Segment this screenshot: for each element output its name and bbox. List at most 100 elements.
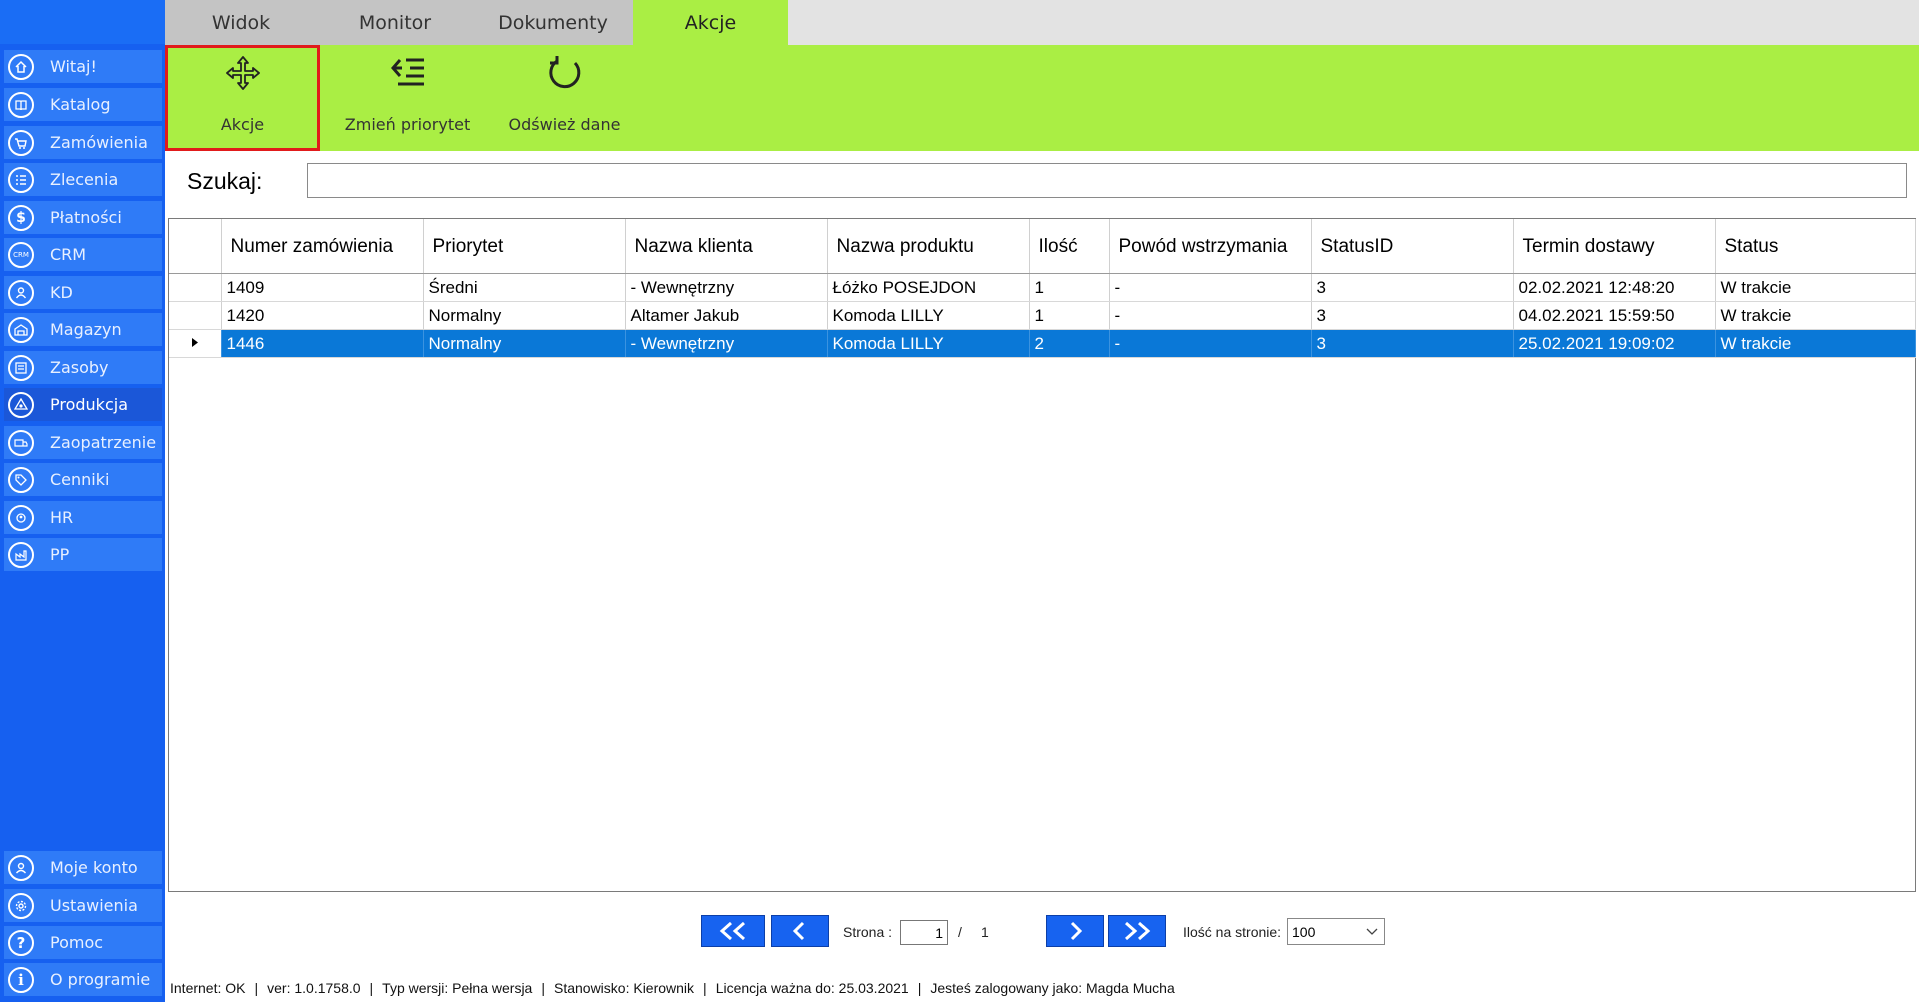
- gear-icon: [8, 892, 34, 919]
- sidebar-item-label: Ustawienia: [50, 896, 138, 915]
- sidebar-item-moje-konto[interactable]: Moje konto: [4, 851, 162, 884]
- status-user: Jesteś zalogowany jako: Magda Mucha: [930, 980, 1175, 996]
- cell-priority: Normalny: [423, 329, 626, 358]
- cell-order-number: 1409: [221, 273, 424, 302]
- sidebar-item-label: Magazyn: [50, 320, 122, 339]
- table-row[interactable]: 1409 Średni - Wewnętrzny Łóżko POSEJDON …: [169, 273, 1916, 302]
- row-header[interactable]: [169, 273, 222, 302]
- page-separator: /: [958, 924, 962, 940]
- tab-dokumenty[interactable]: Dokumenty: [473, 0, 633, 45]
- column-header-status[interactable]: Status: [1715, 219, 1916, 274]
- sidebar-item-o-programie[interactable]: i O programie: [4, 963, 162, 996]
- per-page-value: 100: [1292, 923, 1316, 940]
- orders-grid: Numer zamówienia Priorytet Nazwa klienta…: [168, 218, 1916, 892]
- sidebar-item-kd[interactable]: KD: [4, 276, 162, 309]
- sidebar-item-pomoc[interactable]: ? Pomoc: [4, 926, 162, 959]
- per-page-select[interactable]: 100: [1287, 918, 1385, 945]
- list-icon: [8, 166, 34, 193]
- chevron-left-icon: [792, 921, 805, 941]
- sidebar-item-label: Zasoby: [50, 358, 109, 377]
- sidebar-item-label: PP: [50, 545, 70, 564]
- table-row[interactable]: 1420 Normalny Altamer Jakub Komoda LILLY…: [169, 301, 1916, 330]
- sidebar-item-pp[interactable]: PP: [4, 538, 162, 571]
- cell-quantity: 1: [1029, 301, 1110, 330]
- column-header-hold-reason[interactable]: Powód wstrzymania: [1109, 219, 1312, 274]
- refresh-button[interactable]: Odśwież dane: [487, 45, 642, 151]
- cell-hold-reason: -: [1109, 273, 1312, 302]
- help-icon: ?: [8, 929, 34, 956]
- sidebar-item-witaj[interactable]: Witaj!: [4, 50, 162, 83]
- tab-widok[interactable]: Widok: [165, 0, 317, 45]
- cell-status-id: 3: [1311, 329, 1514, 358]
- sidebar-item-label: Cenniki: [50, 470, 110, 489]
- tab-akcje[interactable]: Akcje: [633, 0, 788, 45]
- next-page-button[interactable]: [1046, 915, 1104, 947]
- column-header-status-id[interactable]: StatusID: [1311, 219, 1514, 274]
- tab-monitor[interactable]: Monitor: [317, 0, 473, 45]
- status-bar: Internet: OK | ver: 1.0.1758.0 | Typ wersji:…: [170, 980, 1175, 996]
- change-priority-button[interactable]: Zmień priorytet: [330, 45, 485, 151]
- previous-page-button[interactable]: [771, 915, 829, 947]
- cell-delivery-date: 02.02.2021 12:48:20: [1513, 273, 1716, 302]
- sidebar-item-produkcja[interactable]: Produkcja: [4, 388, 162, 421]
- status-separator: |: [254, 980, 259, 996]
- sidebar-header: [0, 0, 165, 44]
- sidebar-item-ustawienia[interactable]: Ustawienia: [4, 889, 162, 922]
- cell-delivery-date: 25.02.2021 19:09:02: [1513, 329, 1716, 358]
- current-row-arrow-icon: [191, 337, 198, 347]
- column-header-client-name[interactable]: Nazwa klienta: [625, 219, 828, 274]
- column-header-priority[interactable]: Priorytet: [423, 219, 626, 274]
- cell-client-name: - Wewnętrzny: [625, 329, 828, 358]
- sidebar-item-zamowienia[interactable]: Zamówienia: [4, 126, 162, 159]
- crm-icon: CRM: [8, 241, 34, 268]
- refresh-label: Odśwież dane: [508, 115, 621, 134]
- column-header-quantity[interactable]: Ilość: [1029, 219, 1110, 274]
- change-priority-label: Zmień priorytet: [344, 115, 471, 134]
- chevron-down-icon: [1366, 928, 1378, 935]
- column-header-product-name[interactable]: Nazwa produktu: [827, 219, 1030, 274]
- row-header[interactable]: [169, 301, 222, 330]
- sidebar-item-katalog[interactable]: Katalog: [4, 88, 162, 121]
- status-version: ver: 1.0.1758.0: [267, 980, 361, 996]
- sidebar-item-zasoby[interactable]: Zasoby: [4, 351, 162, 384]
- person-icon: [8, 279, 34, 306]
- table-row-selected[interactable]: 1446 Normalny - Wewnętrzny Komoda LILLY …: [169, 329, 1916, 358]
- sidebar-item-zlecenia[interactable]: Zlecenia: [4, 163, 162, 196]
- cell-priority: Średni: [423, 273, 626, 302]
- refresh-icon: [545, 53, 585, 93]
- tab-bar: Widok Monitor Dokumenty Akcje: [165, 0, 1919, 45]
- table-header-row: Numer zamówienia Priorytet Nazwa klienta…: [169, 219, 1916, 274]
- book-icon: [8, 91, 34, 118]
- double-chevron-right-icon: [1125, 921, 1151, 941]
- column-header-delivery-date[interactable]: Termin dostawy: [1513, 219, 1716, 274]
- sidebar-item-hr[interactable]: HR: [4, 501, 162, 534]
- cell-status-id: 3: [1311, 301, 1514, 330]
- actions-label: Akcje: [220, 115, 265, 134]
- status-separator: |: [917, 980, 922, 996]
- cell-status: W trakcie: [1715, 329, 1916, 358]
- actions-button[interactable]: Akcje: [165, 45, 320, 151]
- sidebar-item-label: Zamówienia: [50, 133, 148, 152]
- current-page-input[interactable]: [900, 920, 948, 945]
- sidebar-item-label: Płatności: [50, 208, 122, 227]
- status-workstation: Stanowisko: Kierownik: [553, 980, 695, 996]
- cell-hold-reason: -: [1109, 301, 1312, 330]
- sidebar: Witaj! Katalog Zamówienia Zlecenia $ Pła…: [0, 0, 165, 1002]
- cell-client-name: Altamer Jakub: [625, 301, 828, 330]
- first-page-button[interactable]: [701, 915, 765, 947]
- pp-icon: [8, 541, 34, 568]
- last-page-button[interactable]: [1108, 915, 1166, 947]
- search-input[interactable]: [307, 163, 1907, 198]
- sidebar-item-magazyn[interactable]: Magazyn: [4, 313, 162, 346]
- sidebar-item-cenniki[interactable]: Cenniki: [4, 463, 162, 496]
- row-header-current[interactable]: [169, 329, 222, 358]
- status-internet: Internet: OK: [170, 980, 246, 996]
- sidebar-item-label: Zaopatrzenie: [50, 433, 157, 452]
- tag-icon: [8, 466, 34, 493]
- sidebar-item-crm[interactable]: CRM CRM: [4, 238, 162, 271]
- sidebar-item-label: HR: [50, 508, 74, 527]
- sidebar-item-zaopatrzenie[interactable]: Zaopatrzenie: [4, 426, 162, 459]
- dollar-icon: $: [8, 204, 34, 231]
- column-header-order-number[interactable]: Numer zamówienia: [221, 219, 424, 274]
- sidebar-item-platnosci[interactable]: $ Płatności: [4, 201, 162, 234]
